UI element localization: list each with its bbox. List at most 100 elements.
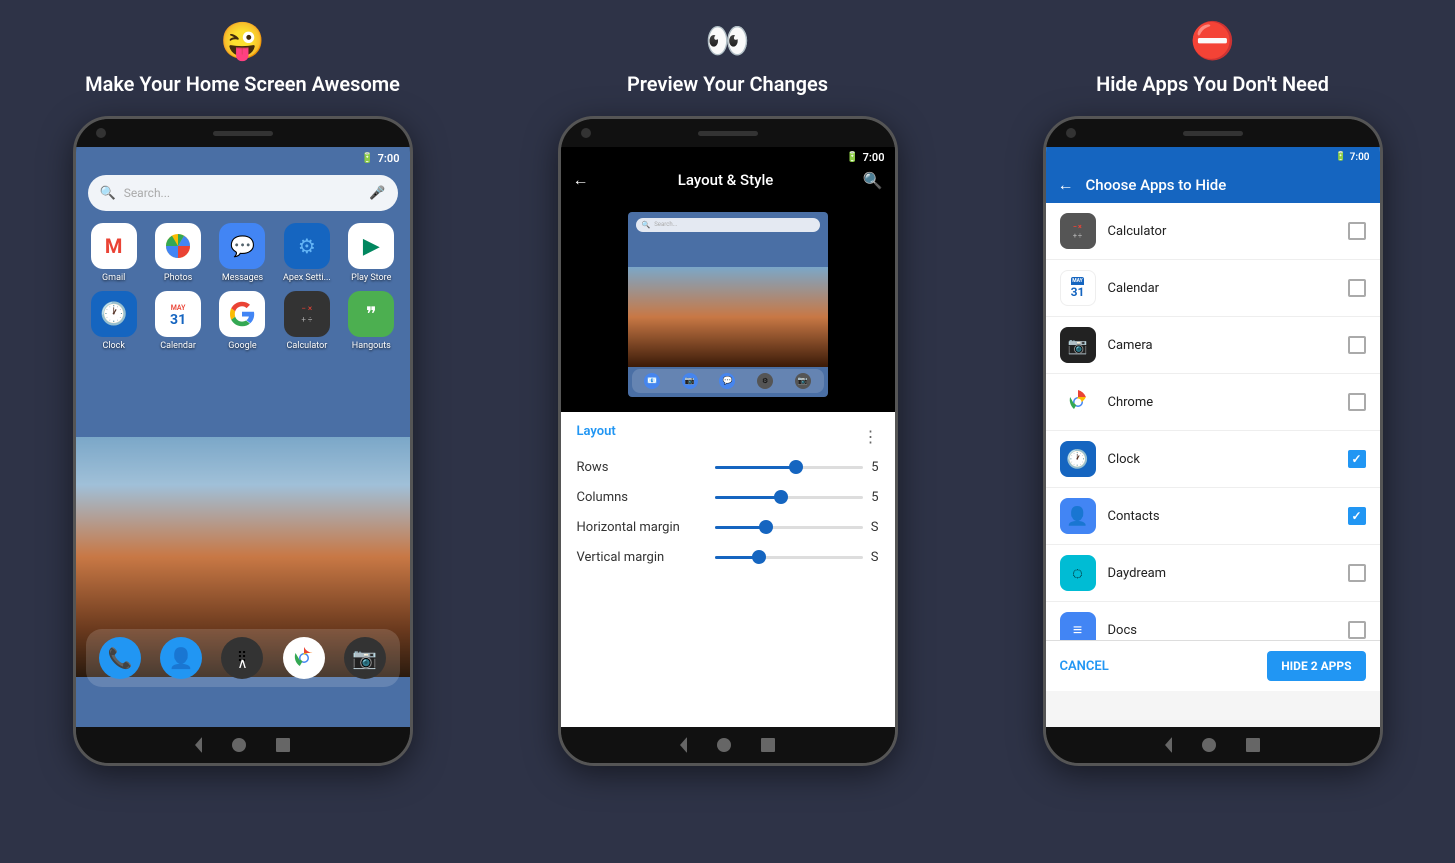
battery-icon: 🔋 xyxy=(361,153,373,164)
list-item-calculator[interactable]: −× +÷ Calculator xyxy=(1046,203,1380,260)
app-playstore[interactable]: ▶ Play Store xyxy=(343,223,399,283)
phone1-camera xyxy=(96,128,106,138)
calendar-list-name: Calendar xyxy=(1108,281,1348,296)
phone1-screen: 🔋 7:00 🔍 Search... 🎤 M Gmail xyxy=(76,147,410,727)
columns-value: 5 xyxy=(871,490,878,505)
phone2-time: 7:00 xyxy=(863,151,885,164)
feature2-icon: 👀 xyxy=(705,20,750,62)
list-item-chrome[interactable]: Chrome xyxy=(1046,374,1380,431)
clock-icon: 🕐 xyxy=(91,291,137,337)
phone2-back-nav-btn[interactable] xyxy=(680,737,687,753)
phone3-home-nav-btn[interactable] xyxy=(1202,738,1216,752)
hmargin-slider[interactable] xyxy=(715,519,863,535)
app-messages[interactable]: 💬 Messages xyxy=(214,223,270,283)
phone3-screen-title: Choose Apps to Hide xyxy=(1086,176,1227,194)
rows-slider[interactable] xyxy=(715,459,864,475)
back-nav-btn[interactable] xyxy=(195,737,202,753)
feature-col-3: ⛔ Hide Apps You Don't Need 🔋 7:00 ← Choo… xyxy=(970,20,1455,766)
chrome-list-icon xyxy=(1060,384,1096,420)
app-gmail[interactable]: M Gmail xyxy=(86,223,142,283)
app-apex[interactable]: ⚙ Apex Setti... xyxy=(279,223,335,283)
photos-icon xyxy=(155,223,201,269)
list-item-camera[interactable]: 📷 Camera xyxy=(1046,317,1380,374)
app-photos[interactable]: Photos xyxy=(150,223,206,283)
recents-nav-btn[interactable] xyxy=(276,738,290,752)
messages-label: Messages xyxy=(222,273,263,283)
phone1-bottom-bar xyxy=(76,727,410,763)
camera-list-name: Camera xyxy=(1108,338,1348,353)
dock-phone-icon[interactable]: 📞 xyxy=(99,637,141,679)
dock-contacts-icon[interactable]: 👤 xyxy=(160,637,202,679)
phone3-back-nav-btn[interactable] xyxy=(1165,737,1172,753)
hmargin-slider-thumb[interactable] xyxy=(759,520,773,534)
feature3-title: Hide Apps You Don't Need xyxy=(1096,72,1329,96)
phone3-recents-nav-btn[interactable] xyxy=(1246,738,1260,752)
daydream-list-name: Daydream xyxy=(1108,566,1348,581)
phone3-status-bar: 🔋 7:00 xyxy=(1046,147,1380,167)
rows-slider-thumb[interactable] xyxy=(789,460,803,474)
gmail-label: Gmail xyxy=(102,273,125,283)
phone1-apps-grid: M Gmail Photos 💬 Messages xyxy=(86,223,400,351)
dock-chrome-icon[interactable] xyxy=(283,637,325,679)
calculator-list-name: Calculator xyxy=(1108,224,1348,239)
phone1-search-bar[interactable]: 🔍 Search... 🎤 xyxy=(88,175,398,211)
contacts-checkbox[interactable] xyxy=(1348,507,1366,525)
docs-checkbox[interactable] xyxy=(1348,621,1366,639)
chrome-checkbox[interactable] xyxy=(1348,393,1366,411)
back-arrow-icon[interactable]: ← xyxy=(573,170,589,190)
app-google[interactable]: Google xyxy=(214,291,270,351)
home-nav-btn[interactable] xyxy=(232,738,246,752)
vmargin-slider-thumb[interactable] xyxy=(752,550,766,564)
phone3-screen: 🔋 7:00 ← Choose Apps to Hide −× +÷ xyxy=(1046,147,1380,727)
camera-checkbox[interactable] xyxy=(1348,336,1366,354)
list-item-calendar[interactable]: MAY 31 Calendar xyxy=(1046,260,1380,317)
clock-checkbox[interactable] xyxy=(1348,450,1366,468)
playstore-label: Play Store xyxy=(351,273,391,283)
mic-icon: 🎤 xyxy=(369,186,385,201)
app-clock[interactable]: 🕐 Clock xyxy=(86,291,142,351)
docs-list-name: Docs xyxy=(1108,623,1348,638)
calculator-icon: −× +÷ xyxy=(284,291,330,337)
feature1-icon: 😜 xyxy=(220,20,265,62)
phone2-screen-title: Layout & Style xyxy=(678,171,774,189)
columns-slider[interactable] xyxy=(715,489,864,505)
phone2-home-nav-btn[interactable] xyxy=(717,738,731,752)
vmargin-slider[interactable] xyxy=(715,549,863,565)
phone1: 🔋 7:00 🔍 Search... 🎤 M Gmail xyxy=(73,116,413,766)
feature-col-1: 😜 Make Your Home Screen Awesome 🔋 7:00 🔍… xyxy=(0,20,485,766)
app-calendar[interactable]: MAY 31 Calendar xyxy=(150,291,206,351)
dock-camera-icon[interactable]: 📷 xyxy=(344,637,386,679)
more-options-icon[interactable]: ⋮ xyxy=(863,427,879,446)
list-item-daydream[interactable]: ◌ Daydream xyxy=(1046,545,1380,602)
list-item-contacts[interactable]: 👤 Contacts xyxy=(1046,488,1380,545)
app-calculator[interactable]: −× +÷ Calculator xyxy=(279,291,335,351)
panel-row-columns: Columns 5 xyxy=(577,489,879,505)
contacts-list-icon: 👤 xyxy=(1060,498,1096,534)
phone1-top-bar xyxy=(76,119,410,147)
hide-apps-button[interactable]: HIDE 2 APPS xyxy=(1267,651,1365,681)
phone3-footer: CANCEL HIDE 2 APPS xyxy=(1046,640,1380,691)
contacts-list-name: Contacts xyxy=(1108,509,1348,524)
columns-slider-fill xyxy=(715,496,782,499)
cancel-button[interactable]: CANCEL xyxy=(1060,659,1109,674)
feature2-title: Preview Your Changes xyxy=(627,72,828,96)
columns-label: Columns xyxy=(577,490,707,505)
list-item-clock[interactable]: 🕐 Clock xyxy=(1046,431,1380,488)
phone3-bottom-bar xyxy=(1046,727,1380,763)
hangouts-label: Hangouts xyxy=(352,341,391,351)
app-hangouts[interactable]: ❞ Hangouts xyxy=(343,291,399,351)
hangouts-icon: ❞ xyxy=(348,291,394,337)
calculator-list-icon: −× +÷ xyxy=(1060,213,1096,249)
columns-slider-thumb[interactable] xyxy=(774,490,788,504)
apex-icon: ⚙ xyxy=(284,223,330,269)
phone2-screen: 🔋 7:00 ← Layout & Style 🔍 🔍 Search... xyxy=(561,147,895,727)
phone2-recents-nav-btn[interactable] xyxy=(761,738,775,752)
calendar-checkbox[interactable] xyxy=(1348,279,1366,297)
daydream-checkbox[interactable] xyxy=(1348,564,1366,582)
phone3-back-icon[interactable]: ← xyxy=(1058,175,1074,195)
panel-row-rows: Rows 5 xyxy=(577,459,879,475)
phone2-search-icon[interactable]: 🔍 xyxy=(863,171,883,190)
calculator-checkbox[interactable] xyxy=(1348,222,1366,240)
vmargin-value: S xyxy=(871,550,879,565)
features-row: 😜 Make Your Home Screen Awesome 🔋 7:00 🔍… xyxy=(0,0,1455,766)
